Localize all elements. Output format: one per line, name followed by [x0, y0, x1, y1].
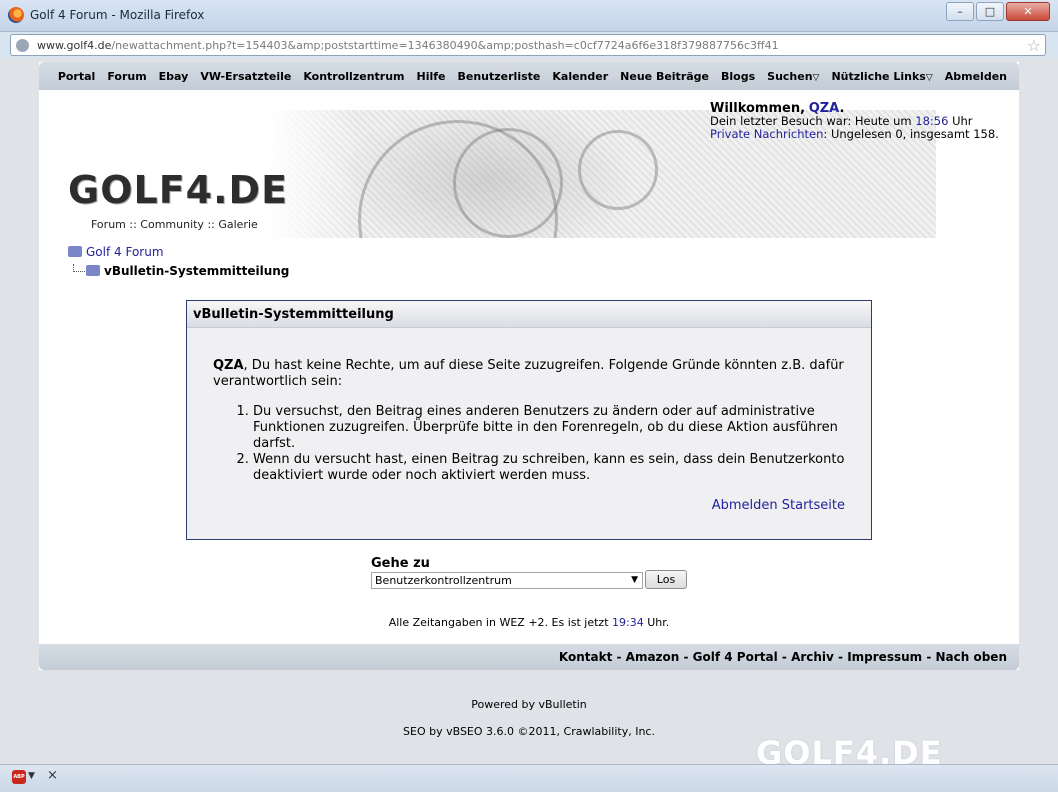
chevron-down-icon: ▽ — [925, 73, 933, 83]
reason-item: Wenn du versucht hast, einen Beitrag zu … — [253, 452, 845, 484]
message-intro-text: , Du hast keine Rechte, um auf diese Sei… — [213, 358, 844, 389]
url-input[interactable]: www.golf4.de/newattachment.php?t=154403&… — [10, 34, 1046, 56]
nav-abmelden[interactable]: Abmelden — [945, 70, 1007, 83]
message-user: QZA — [213, 358, 244, 373]
bookmark-star-icon[interactable]: ☆ — [1027, 36, 1041, 55]
page-viewport: Portal Forum Ebay VW-Ersatzteile Kontrol… — [0, 58, 1058, 772]
site-identity-icon[interactable] — [16, 39, 29, 52]
banner-gauge-decoration — [578, 130, 658, 210]
breadcrumb-root-label: Golf 4 Forum — [86, 245, 164, 259]
nav-benutzerliste[interactable]: Benutzerliste — [458, 70, 541, 83]
firefox-icon — [8, 7, 24, 23]
tree-line — [73, 264, 85, 272]
footer-link-archiv[interactable]: Archiv — [791, 650, 834, 664]
timezone-prefix: Alle Zeitangaben in WEZ +2. Es ist jetzt — [388, 616, 609, 629]
reasons-list: Du versuchst, den Beitrag eines anderen … — [253, 404, 845, 484]
system-message-body: QZA, Du hast keine Rechte, um auf diese … — [187, 328, 871, 484]
message-intro: QZA, Du hast keine Rechte, um auf diese … — [213, 358, 845, 390]
nav-vw-ersatzteile[interactable]: VW-Ersatzteile — [200, 70, 291, 83]
window-controls: – □ ✕ — [946, 2, 1050, 21]
url-text: www.golf4.de/newattachment.php?t=154403&… — [37, 39, 779, 52]
chevron-down-icon[interactable]: ▼ — [28, 771, 35, 781]
nav-hilfe[interactable]: Hilfe — [417, 70, 446, 83]
current-time: 19:34 — [612, 616, 644, 629]
top-navbar: Portal Forum Ebay VW-Ersatzteile Kontrol… — [39, 62, 1019, 90]
minimize-button[interactable]: – — [946, 2, 974, 21]
adblock-plus-icon[interactable]: ABP — [12, 770, 26, 784]
last-visit-time: 18:56 — [915, 114, 949, 128]
url-domain: www.golf4.de — [37, 39, 112, 52]
welcome-panel: Willkommen, QZA. Dein letzter Besuch war… — [710, 102, 999, 141]
folder-icon — [68, 246, 82, 257]
private-messages: Private Nachrichten: Ungelesen 0, insges… — [710, 128, 999, 141]
nav-portal[interactable]: Portal — [58, 70, 96, 83]
nav-nuetzliche-links-label: Nützliche Links — [831, 70, 926, 83]
nav-blogs[interactable]: Blogs — [721, 70, 755, 83]
footer-links: Kontakt - Amazon - Golf 4 Portal - Archi… — [558, 650, 1008, 664]
close-window-button[interactable]: ✕ — [1006, 2, 1050, 21]
footer-bar: Kontakt - Amazon - Golf 4 Portal - Archi… — [39, 644, 1019, 670]
banner-tagline: Forum :: Community :: Galerie — [91, 218, 258, 231]
window-titlebar: Golf 4 Forum - Mozilla Firefox – □ ✕ — [0, 0, 1058, 32]
footer-link-impressum[interactable]: Impressum — [847, 650, 922, 664]
nav-nuetzliche-links-dropdown[interactable]: Nützliche Links▽ — [831, 70, 932, 83]
window-title: Golf 4 Forum - Mozilla Firefox — [30, 8, 205, 22]
footer-link-nach-oben[interactable]: Nach oben — [936, 650, 1008, 664]
forum-page: Portal Forum Ebay VW-Ersatzteile Kontrol… — [39, 62, 1019, 670]
url-path: /newattachment.php?t=154403&amp;poststar… — [111, 39, 779, 52]
logout-link[interactable]: Abmelden — [712, 498, 778, 513]
goto-label: Gehe zu — [371, 556, 430, 571]
last-visit-prefix: Dein letzter Besuch war: Heute um — [710, 114, 912, 128]
powered-by: Powered by vBulletin — [471, 698, 587, 711]
timezone-suffix: Uhr. — [647, 616, 670, 629]
nav-suchen-dropdown[interactable]: Suchen▽ — [767, 70, 819, 83]
breadcrumb-root[interactable]: Golf 4 Forum — [68, 245, 164, 259]
home-link[interactable]: Startseite — [782, 498, 845, 513]
breadcrumb-current: vBulletin-Systemmitteilung — [73, 264, 289, 278]
system-message-box: vBulletin-Systemmitteilung QZA, Du hast … — [186, 300, 872, 540]
system-message-title: vBulletin-Systemmitteilung — [187, 301, 871, 328]
dropdown-arrow-icon: ▼ — [631, 575, 638, 585]
breadcrumb-current-label: vBulletin-Systemmitteilung — [104, 264, 290, 278]
goto-select[interactable]: Benutzerkontrollzentrum ▼ — [371, 572, 643, 589]
nav-items: Portal Forum Ebay VW-Ersatzteile Kontrol… — [46, 70, 1007, 83]
nav-ebay[interactable]: Ebay — [159, 70, 189, 83]
goto-selected-value: Benutzerkontrollzentrum — [375, 574, 512, 587]
footer-link-kontakt[interactable]: Kontakt — [559, 650, 612, 664]
nav-neue-beitraege[interactable]: Neue Beiträge — [620, 70, 709, 83]
chevron-down-icon: ▽ — [812, 73, 820, 83]
message-links: Abmelden Startseite — [712, 498, 845, 513]
footer-link-amazon[interactable]: Amazon — [626, 650, 680, 664]
reason-item: Du versuchst, den Beitrag eines anderen … — [253, 404, 845, 452]
nav-kalender[interactable]: Kalender — [552, 70, 608, 83]
footer-link-portal[interactable]: Golf 4 Portal — [693, 650, 778, 664]
private-messages-link[interactable]: Private Nachrichten — [710, 127, 823, 141]
last-visit-suffix: Uhr — [952, 114, 973, 128]
nav-kontrollzentrum[interactable]: Kontrollzentrum — [303, 70, 404, 83]
nav-suchen-label: Suchen — [767, 70, 813, 83]
timezone-info: Alle Zeitangaben in WEZ +2. Es ist jetzt… — [39, 616, 1019, 629]
close-icon[interactable]: × — [47, 768, 58, 783]
goto-submit-button[interactable]: Los — [645, 570, 687, 589]
nav-forum[interactable]: Forum — [107, 70, 146, 83]
golf4-logo[interactable]: GOLF4.DE — [68, 168, 288, 212]
navigation-toolbar: www.golf4.de/newattachment.php?t=154403&… — [0, 32, 1058, 58]
folder-open-icon — [86, 265, 100, 276]
private-messages-stats: : Ungelesen 0, insgesamt 158. — [823, 127, 999, 141]
status-bar: ABP ▼ × — [0, 764, 1058, 792]
maximize-button[interactable]: □ — [976, 2, 1004, 21]
